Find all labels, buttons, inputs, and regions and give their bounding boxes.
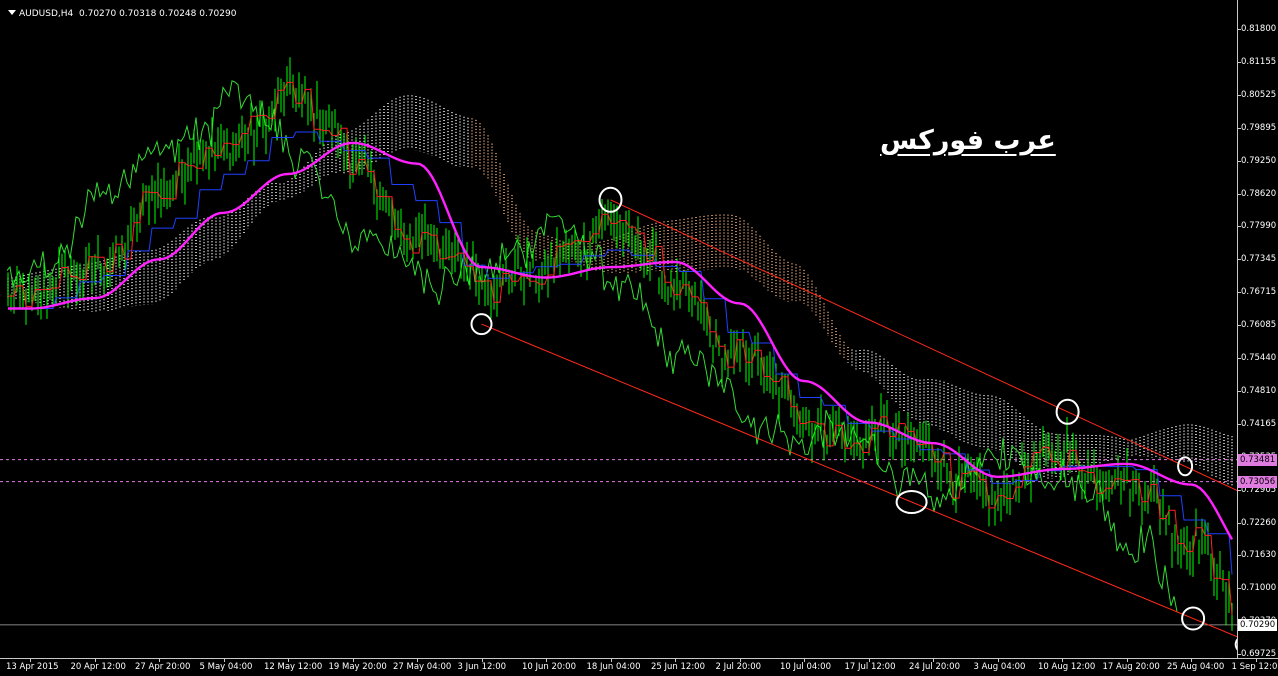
time-tick-mark (95, 658, 96, 662)
price-tick-mark (1237, 128, 1241, 129)
price-tick-label: 0.71630 (1241, 550, 1276, 560)
kijun-line (8, 132, 1232, 575)
time-tick-mark (288, 658, 289, 662)
price-tick-label: 0.71000 (1241, 583, 1276, 593)
time-tick-label: 17 Jul 12:00 (845, 662, 896, 672)
time-tick-label: 10 Aug 12:00 (1038, 662, 1095, 672)
time-tick-mark (482, 658, 483, 662)
time-tick-mark (869, 658, 870, 662)
price-tick-mark (1237, 194, 1241, 195)
time-tick-label: 25 Jun 12:00 (651, 662, 705, 672)
moving-average (8, 143, 1232, 540)
price-tick-mark (1237, 161, 1241, 162)
time-tick-label: 19 May 20:00 (329, 662, 387, 672)
time-tick-mark (417, 658, 418, 662)
price-tick-mark (1237, 654, 1241, 655)
time-tick-mark (353, 658, 354, 662)
time-tick-label: 10 Jul 04:00 (780, 662, 831, 672)
price-tick-mark (1237, 424, 1241, 425)
symbol-name: AUDUSD,H4 (19, 9, 73, 19)
price-tick-label: 0.81800 (1241, 24, 1276, 34)
time-tick-label: 2 Jul 20:00 (716, 662, 762, 672)
time-tick-mark (1062, 658, 1063, 662)
price-tick-label: 0.74165 (1241, 419, 1276, 429)
price-tick-label: 0.76085 (1241, 320, 1276, 330)
time-tick-mark (675, 658, 676, 662)
price-tick-mark (1237, 523, 1241, 524)
tenkan-sen (8, 82, 1232, 615)
time-tick-mark (224, 658, 225, 662)
time-tick-mark (1256, 658, 1257, 662)
time-tick-label: 17 Aug 20:00 (1103, 662, 1160, 672)
time-tick-label: 27 May 04:00 (393, 662, 451, 672)
time-tick-label: 18 Jun 04:00 (587, 662, 641, 672)
price-tick-mark (1237, 29, 1241, 30)
price-level-badge: 0.70290 (1238, 619, 1277, 631)
price-tick-mark (1237, 555, 1241, 556)
time-tick-mark (933, 658, 934, 662)
time-tick-label: 3 Jun 12:00 (458, 662, 507, 672)
price-tick-label: 0.81155 (1241, 57, 1276, 67)
price-tick-label: 0.75440 (1241, 353, 1276, 363)
time-tick-label: 27 Apr 20:00 (135, 662, 190, 672)
time-tick-label: 5 May 04:00 (200, 662, 253, 672)
symbol-header: AUDUSD,H4 0.70270 0.70318 0.70248 0.7029… (8, 8, 236, 20)
price-level-badge: 0.73481 (1238, 454, 1277, 466)
time-tick-label: 25 Aug 04:00 (1167, 662, 1224, 672)
price-scale[interactable]: 0.81800 0.81155 0.80525 0.79895 0.79250 0.786… (1237, 0, 1278, 658)
price-tick-mark (1237, 62, 1241, 63)
time-tick-mark (998, 658, 999, 662)
quote-values: 0.70270 0.70318 0.70248 0.70290 (79, 9, 236, 19)
price-tick-label: 0.77990 (1241, 221, 1276, 231)
collapse-triangle-icon[interactable] (8, 10, 16, 15)
price-tick-mark (1237, 358, 1241, 359)
watermark-title: عرب فوركس (880, 125, 1056, 156)
ma-line (8, 143, 1232, 540)
price-tick-mark (1237, 588, 1241, 589)
tenkan-line (8, 82, 1232, 615)
time-tick-label: 10 Jun 20:00 (522, 662, 576, 672)
channel-upper-line (611, 200, 1238, 503)
price-tick-mark (1237, 95, 1241, 96)
time-tick-mark (611, 658, 612, 662)
time-tick-mark (804, 658, 805, 662)
time-tick-mark (546, 658, 547, 662)
price-tick-label: 0.77345 (1241, 254, 1276, 264)
time-tick-mark (1191, 658, 1192, 662)
price-tick-mark (1237, 226, 1241, 227)
time-tick-mark (740, 658, 741, 662)
price-tick-mark (1237, 490, 1241, 491)
price-tick-mark (1237, 391, 1241, 392)
time-tick-label: 12 May 12:00 (264, 662, 322, 672)
time-tick-mark (1127, 658, 1128, 662)
price-tick-label: 0.76715 (1241, 287, 1276, 297)
price-chart[interactable] (0, 0, 1237, 658)
price-tick-label: 0.79895 (1241, 123, 1276, 133)
time-tick-label: 1 Sep 12:00 (1232, 662, 1278, 672)
time-tick-label: 3 Aug 04:00 (974, 662, 1026, 672)
chart-window[interactable]: AUDUSD,H4 0.70270 0.70318 0.70248 0.7029… (0, 0, 1278, 675)
price-tick-mark (1237, 259, 1241, 260)
price-tick-label: 0.78620 (1241, 189, 1276, 199)
price-tick-mark (1237, 292, 1241, 293)
time-tick-label: 24 Jul 20:00 (909, 662, 960, 672)
time-axis[interactable]: 13 Apr 2015 20 Apr 12:00 27 Apr 20:00 5 May… (0, 658, 1278, 676)
time-tick-mark (30, 658, 31, 662)
kijun-sen (8, 132, 1232, 575)
price-level-badge: 0.73056 (1238, 476, 1277, 488)
price-tick-label: 0.74810 (1241, 386, 1276, 396)
price-tick-label: 0.80525 (1241, 90, 1276, 100)
price-tick-mark (1237, 325, 1241, 326)
time-tick-label: 13 Apr 2015 (6, 662, 59, 672)
price-tick-label: 0.79250 (1241, 156, 1276, 166)
price-tick-label: 0.72260 (1241, 518, 1276, 528)
time-tick-mark (159, 658, 160, 662)
time-tick-label: 20 Apr 12:00 (71, 662, 126, 672)
